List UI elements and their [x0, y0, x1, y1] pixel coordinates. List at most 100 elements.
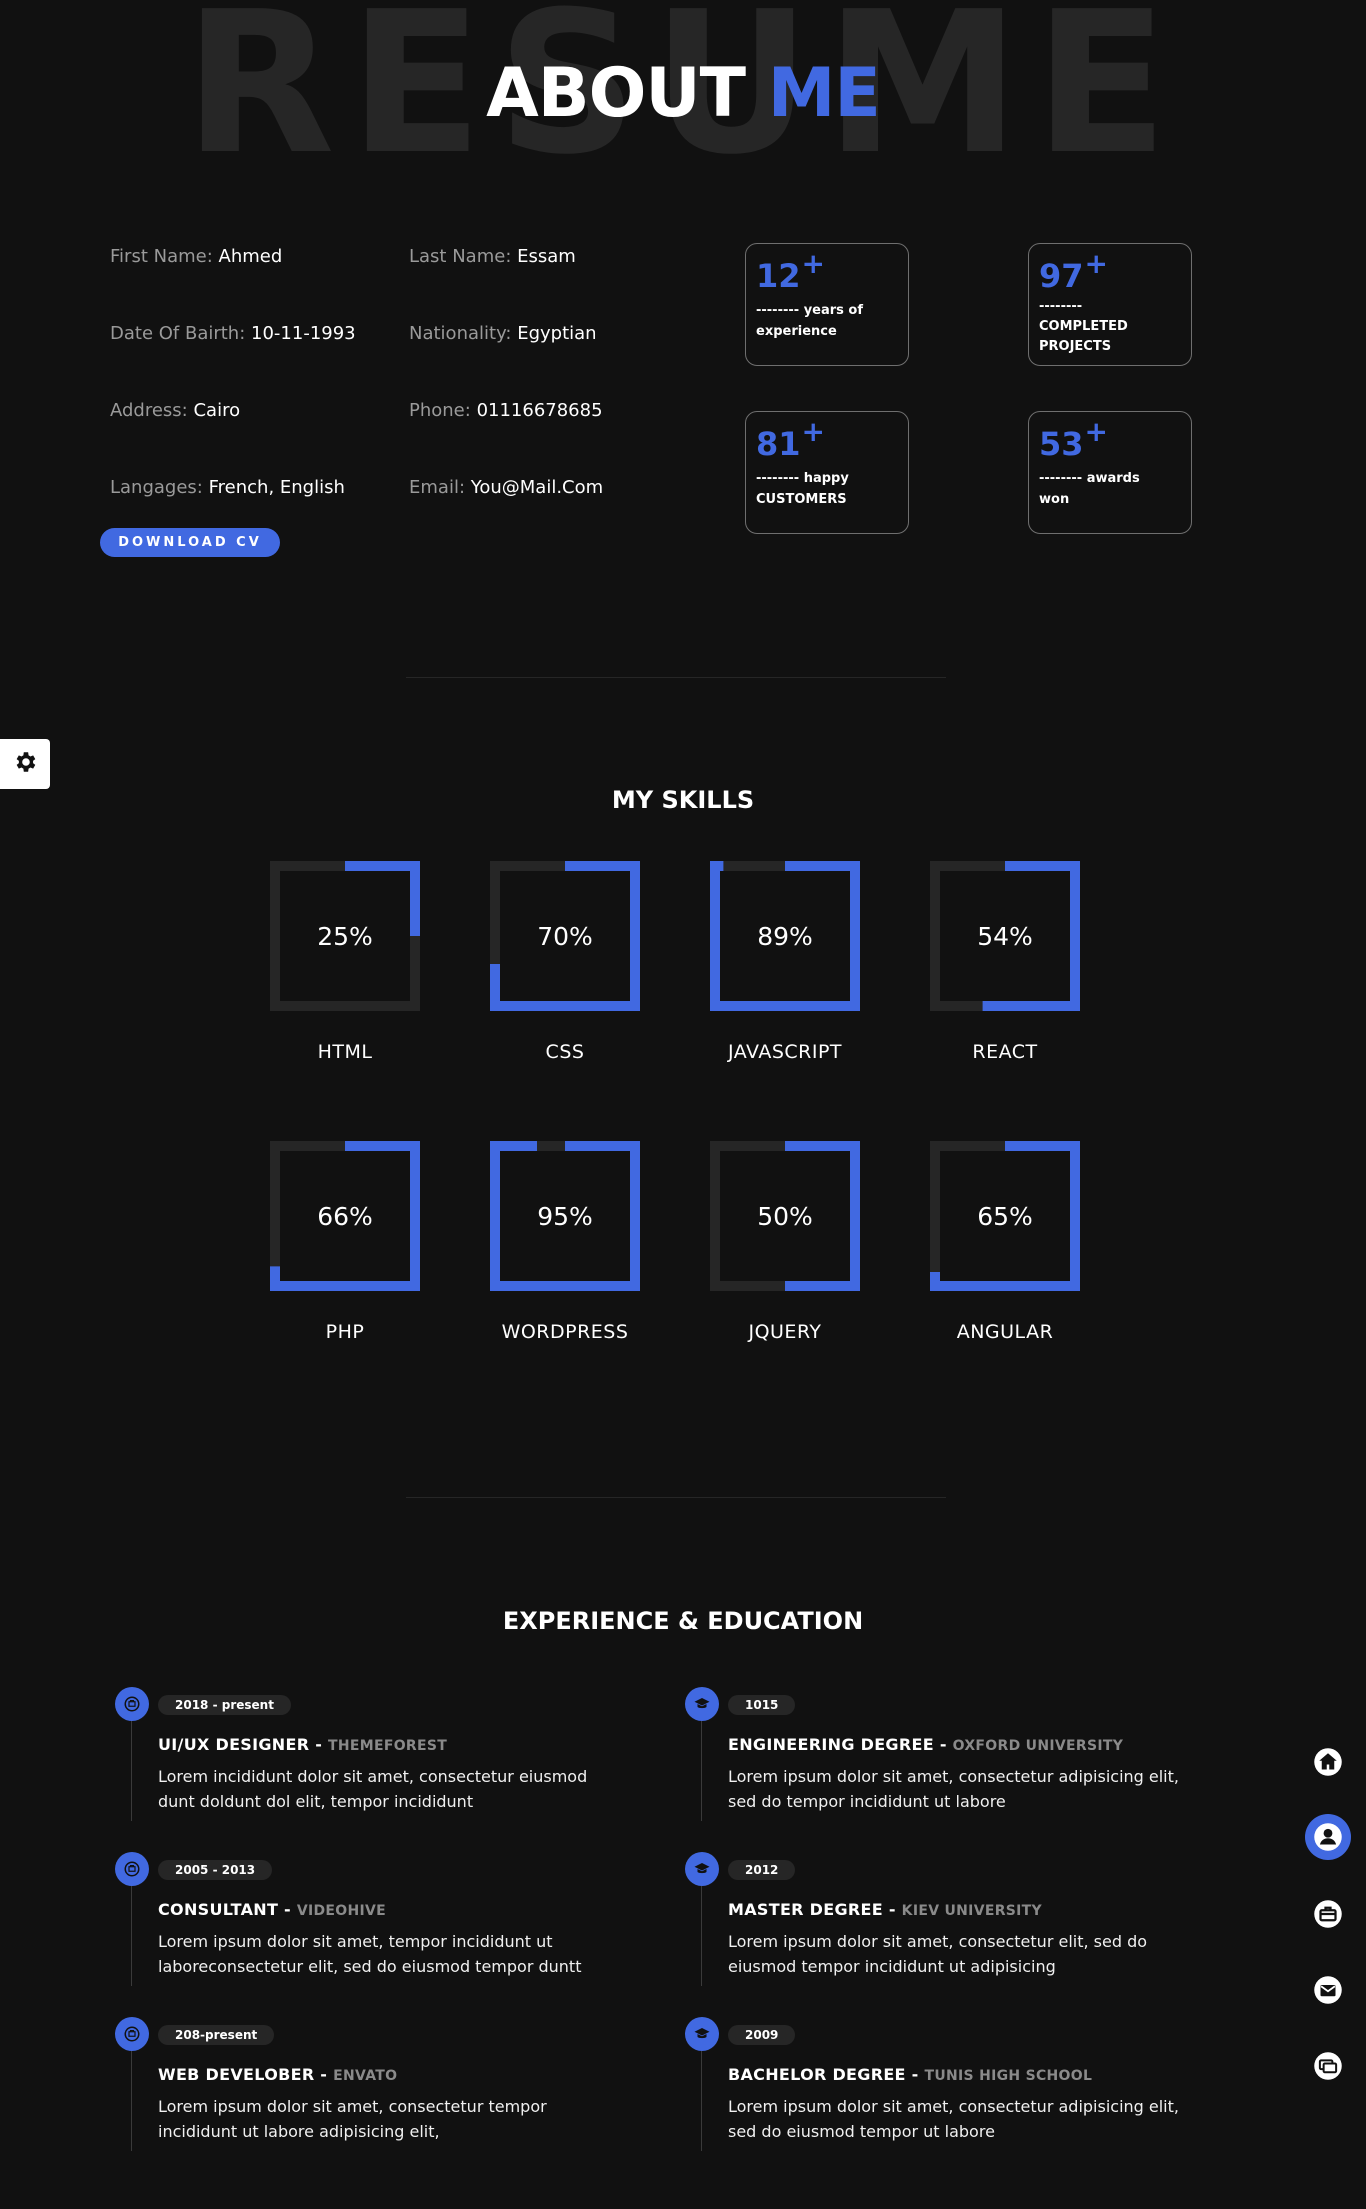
stat-projects: 97+ -------- COMPLETED PROJECTS: [1028, 243, 1192, 366]
title-accent: ME: [767, 54, 881, 133]
skill-percent: 25%: [317, 921, 373, 951]
skill-name: JQUERY: [748, 1321, 822, 1343]
download-cv-button[interactable]: DOWNLOAD CV: [100, 528, 280, 557]
timeline-date-badge: 2018 - present: [158, 1695, 291, 1715]
timeline-description: Lorem ipsum dolor sit amet, consectetur …: [158, 2097, 547, 2141]
timeline-role: ENGINEERING DEGREE -: [728, 1735, 953, 1754]
timeline-date-badge: 2005 - 2013: [158, 1860, 273, 1880]
stat-customers: 81+ -------- happy CUSTOMERS: [745, 411, 909, 534]
timeline-line: [701, 1886, 702, 1986]
timeline-place: THEMEFOREST: [328, 1738, 448, 1754]
skill-progress-box: 65%: [930, 1141, 1080, 1291]
page-title: ABOUT ME: [0, 60, 1366, 128]
skill-progress-box: 66%: [270, 1141, 420, 1291]
nav-home-button[interactable]: [1308, 1742, 1348, 1782]
skill-name: JAVASCRIPT: [727, 1041, 843, 1063]
settings-button[interactable]: [0, 739, 50, 789]
timeline-description: Lorem incididunt dolor sit amet, consect…: [158, 1767, 588, 1811]
info-phone: Phone: 01116678685: [409, 400, 603, 421]
skill-progress-box: 25%: [270, 861, 420, 1011]
skill-item: 89% JAVASCRIPT: [710, 861, 860, 1063]
title-main: ABOUT: [486, 54, 746, 133]
experience-item: 208-present WEB DEVELOBER - ENVATO Lorem i…: [115, 2017, 628, 2151]
envelope-icon: [1313, 1975, 1343, 2005]
timeline-title: ENGINEERING DEGREE - OXFORD UNIVERSITY: [728, 1735, 1198, 1754]
skill-item: 50% JQUERY: [710, 1141, 860, 1343]
user-icon: [1313, 1822, 1343, 1852]
timeline-date-badge: 208-present: [158, 2025, 275, 2045]
skill-name: HTML: [317, 1041, 373, 1063]
nav-user-button[interactable]: [1305, 1814, 1351, 1860]
nav-chat-button[interactable]: [1308, 2046, 1348, 2086]
stat-awards: 53+ -------- awards won: [1028, 411, 1192, 534]
skill-percent: 50%: [757, 1201, 813, 1231]
timeline-place: ENVATO: [333, 2068, 398, 2084]
timeline-title: WEB DEVELOBER - ENVATO: [158, 2065, 628, 2084]
timeline-line: [131, 2051, 132, 2151]
stat-experience: 12+ -------- years of experience: [745, 243, 909, 366]
skill-percent: 65%: [977, 1201, 1033, 1231]
info-languages: Langages: French, English: [110, 477, 345, 498]
graduation-cap-icon: [685, 1687, 719, 1721]
timeline-date-badge: 1015: [728, 1695, 796, 1715]
skill-name: WORDPRESS: [501, 1321, 629, 1343]
timeline-place: VIDEOHIVE: [296, 1903, 386, 1919]
timeline-title: CONSULTANT - VIDEOHIVE: [158, 1900, 628, 1919]
timeline-date-badge: 2009: [728, 2025, 796, 2045]
education-item: 2009 BACHELOR DEGREE - TUNIS HIGH SCHOOL L…: [685, 2017, 1198, 2151]
chat-icon: [1313, 2051, 1343, 2081]
timeline-title: MASTER DEGREE - KIEV UNIVERSITY: [728, 1900, 1198, 1919]
skill-progress-box: 54%: [930, 861, 1080, 1011]
briefcase-icon: [115, 1852, 149, 1886]
timeline-title: EXPERIENCE & EDUCATION: [502, 1607, 864, 1635]
home-icon: [1313, 1747, 1343, 1777]
education-item: 1015 ENGINEERING DEGREE - OXFORD UNIVERSI…: [685, 1687, 1198, 1821]
graduation-cap-icon: [685, 1852, 719, 1886]
skill-name: CSS: [545, 1041, 585, 1063]
timeline-description: Lorem ipsum dolor sit amet, consectetur …: [728, 2097, 1179, 2141]
timeline-title: BACHELOR DEGREE - TUNIS HIGH SCHOOL: [728, 2065, 1198, 2084]
education-item: 2012 MASTER DEGREE - KIEV UNIVERSITY Lorem…: [685, 1852, 1198, 1986]
skills-title: MY SKILLS: [611, 786, 755, 814]
info-nationality: Nationality: Egyptian: [409, 323, 597, 344]
timeline-date-badge: 2012: [728, 1860, 796, 1880]
nav-briefcase-button[interactable]: [1308, 1894, 1348, 1934]
briefcase-icon: [115, 2017, 149, 2051]
skill-progress-box: 95%: [490, 1141, 640, 1291]
timeline-line: [131, 1886, 132, 1986]
timeline-role: CONSULTANT -: [158, 1900, 297, 1919]
section-divider: [406, 1497, 946, 1498]
info-address: Address: Cairo: [110, 400, 241, 421]
timeline-line: [131, 1721, 132, 1821]
timeline-title: UI/UX DESIGNER - THEMEFOREST: [158, 1735, 628, 1754]
nav-envelope-button[interactable]: [1308, 1970, 1348, 2010]
info-date-of-birth: Date Of Bairth: 10-11-1993: [110, 323, 356, 344]
briefcase-icon: [115, 1687, 149, 1721]
skill-item: 65% ANGULAR: [930, 1141, 1080, 1343]
info-last-name: Last Name: Essam: [409, 246, 576, 267]
skill-progress-box: 50%: [710, 1141, 860, 1291]
timeline-description: Lorem ipsum dolor sit amet, tempor incid…: [158, 1932, 582, 1976]
skill-item: 70% CSS: [490, 861, 640, 1063]
briefcase-icon: [1313, 1899, 1343, 1929]
skill-percent: 70%: [537, 921, 593, 951]
experience-item: 2005 - 2013 CONSULTANT - VIDEOHIVE Lorem i…: [115, 1852, 628, 1986]
skill-progress-box: 70%: [490, 861, 640, 1011]
timeline-description: Lorem ipsum dolor sit amet, consectetur …: [728, 1932, 1148, 1976]
timeline-role: WEB DEVELOBER -: [158, 2065, 334, 2084]
section-divider: [406, 677, 946, 678]
timeline-role: UI/UX DESIGNER -: [158, 1735, 329, 1754]
skill-percent: 89%: [757, 921, 813, 951]
skill-name: ANGULAR: [956, 1321, 1054, 1343]
skill-percent: 95%: [537, 1201, 593, 1231]
info-first-name: First Name: Ahmed: [110, 246, 283, 267]
skill-item: 95% WORDPRESS: [490, 1141, 640, 1343]
skill-item: 25% HTML: [270, 861, 420, 1063]
skill-percent: 66%: [317, 1201, 373, 1231]
timeline-role: BACHELOR DEGREE -: [728, 2065, 925, 2084]
skill-item: 54% REACT: [930, 861, 1080, 1063]
skill-percent: 54%: [977, 921, 1033, 951]
timeline-line: [701, 1721, 702, 1821]
graduation-cap-icon: [685, 2017, 719, 2051]
timeline-role: MASTER DEGREE -: [728, 1900, 902, 1919]
